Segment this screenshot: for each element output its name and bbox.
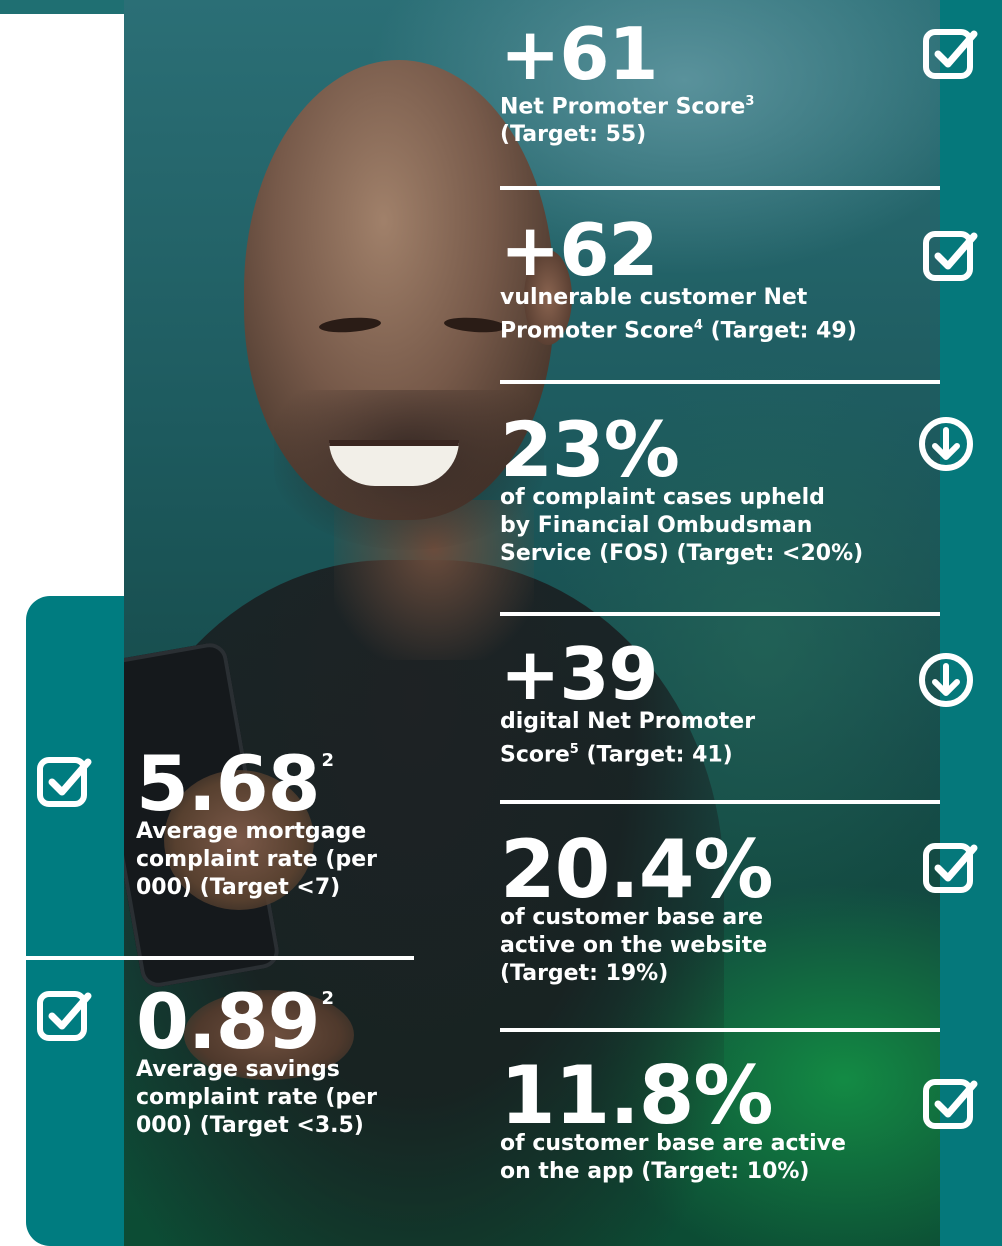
right-teal-panel	[940, 0, 1002, 1246]
stat-value: 11.8%	[500, 1049, 774, 1142]
check-square-icon	[920, 838, 980, 898]
stat-mortgage-complaint-rate: 5.68 2 Average mortgage complaint rate (p…	[136, 746, 377, 902]
stat-value: +62	[500, 208, 659, 292]
check-square-icon	[920, 1074, 980, 1134]
divider	[500, 186, 940, 190]
divider	[500, 800, 940, 804]
stat-value: 20.4%	[500, 823, 774, 916]
stat-description: vulnerable customer Net Promoter Score4 …	[500, 285, 857, 344]
stat-value: +39	[500, 632, 659, 716]
stat-vulnerable-customer-nps: +62 vulnerable customer Net Promoter Sco…	[500, 214, 857, 345]
arrow-down-circle-icon	[916, 414, 976, 474]
stat-savings-complaint-rate: 0.89 2 Average savings complaint rate (pe…	[136, 984, 377, 1140]
stat-website-active-customers: 20.4% of customer base are active on the…	[500, 823, 774, 988]
check-square-icon	[920, 24, 980, 84]
stat-value: +61	[500, 12, 659, 96]
stat-fos-complaints-upheld: 23% of complaint cases upheld by Financi…	[500, 412, 863, 568]
arrow-down-circle-icon	[916, 650, 976, 710]
check-square-icon	[34, 986, 94, 1046]
stat-description: of customer base are active on the app (…	[500, 1131, 846, 1184]
divider	[500, 612, 940, 616]
stat-app-active-customers: 11.8% of customer base are active on the…	[500, 1056, 846, 1186]
check-square-icon	[34, 752, 94, 812]
stat-description: Average savings complaint rate (per 000)…	[136, 1057, 377, 1138]
divider	[0, 956, 414, 960]
stat-description: of complaint cases upheld by Financial O…	[500, 485, 864, 566]
divider	[500, 380, 940, 384]
stat-value: 0.89 2	[136, 977, 335, 1066]
stat-description: Average mortgage complaint rate (per 000…	[136, 819, 377, 900]
stat-description: digital Net Promoter Score5 (Target: 41)	[500, 709, 756, 768]
stat-description: Net Promoter Score3 (Target: 55)	[500, 94, 755, 148]
stat-description: of customer base are active on the websi…	[500, 905, 768, 986]
stat-net-promoter-score: +61 Net Promoter Score3 (Target: 55)	[500, 18, 754, 149]
divider	[500, 1028, 940, 1032]
stat-digital-nps: +39 digital Net Promoter Score5 (Target:…	[500, 638, 755, 769]
stat-value: 5.68 2	[136, 739, 335, 828]
stat-value: 23%	[500, 405, 680, 494]
check-square-icon	[920, 226, 980, 286]
